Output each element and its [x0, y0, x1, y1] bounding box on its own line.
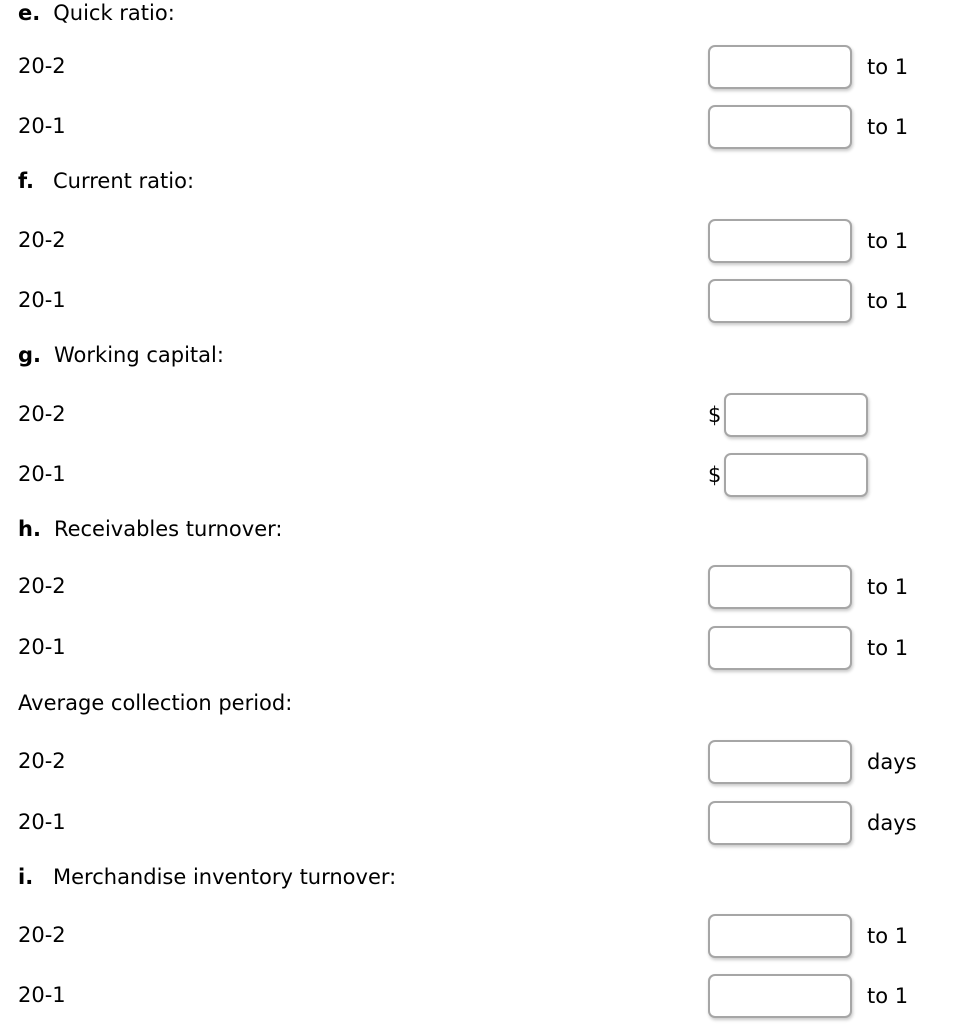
year-label: 20-1	[18, 983, 66, 1007]
answer-input[interactable]	[708, 974, 852, 1018]
answer-row: 20-2 to 1	[0, 44, 954, 90]
unit-label: to 1	[867, 984, 909, 1008]
year-label: 20-2	[18, 228, 66, 252]
unit-label: to 1	[867, 55, 909, 79]
year-label: 20-1	[18, 810, 66, 834]
answer-field-group: to 1	[708, 564, 908, 610]
answer-field-group: $	[708, 452, 869, 498]
answer-input[interactable]	[708, 105, 852, 149]
unit-label: days	[867, 750, 917, 774]
section-title: Merchandise inventory turnover:	[53, 865, 397, 889]
answer-row: 20-2 $	[0, 392, 954, 438]
answer-input[interactable]	[724, 453, 869, 497]
answer-input[interactable]	[708, 219, 852, 263]
answer-row: 20-1 days	[0, 800, 954, 846]
answer-row: 20-2 days	[0, 739, 954, 785]
unit-label: to 1	[867, 229, 909, 253]
section-title: Current ratio:	[53, 169, 195, 193]
answer-field-group: to 1	[708, 278, 908, 324]
dollar-sign: $	[708, 403, 722, 427]
answer-field-group: to 1	[708, 104, 908, 150]
answer-input[interactable]	[708, 45, 852, 89]
section-header: g. Working capital:	[18, 342, 224, 368]
dollar-sign: $	[708, 463, 722, 487]
section-header: h. Receivables turnover:	[18, 516, 282, 542]
section-letter: h.	[18, 517, 41, 541]
unit-label: to 1	[867, 289, 909, 313]
answer-input[interactable]	[724, 393, 869, 437]
year-label: 20-2	[18, 749, 66, 773]
section-title: Quick ratio:	[53, 1, 175, 25]
answer-input[interactable]	[708, 279, 852, 323]
answer-field-group: to 1	[708, 913, 908, 959]
year-label: 20-1	[18, 288, 66, 312]
unit-label: to 1	[867, 636, 909, 660]
answer-field-group: $	[708, 392, 869, 438]
section-header: e. Quick ratio:	[18, 0, 175, 26]
answer-row: 20-2 to 1	[0, 913, 954, 959]
answer-input[interactable]	[708, 801, 852, 845]
year-label: 20-2	[18, 923, 66, 947]
year-label: 20-1	[18, 635, 66, 659]
answer-field-group: to 1	[708, 973, 908, 1019]
unit-label: to 1	[867, 115, 909, 139]
answer-row: 20-1 to 1	[0, 278, 954, 324]
section-title: Working capital:	[54, 343, 224, 367]
answer-row: 20-1 to 1	[0, 625, 954, 671]
answer-field-group: to 1	[708, 44, 908, 90]
year-label: 20-1	[18, 114, 66, 138]
section-letter: e.	[18, 1, 41, 25]
answer-row: 20-1 $	[0, 452, 954, 498]
year-label: 20-2	[18, 574, 66, 598]
answer-input[interactable]	[708, 914, 852, 958]
unit-label: to 1	[867, 924, 909, 948]
worksheet: e. Quick ratio: 20-2 to 1 20-1 to 1 f. Current …	[0, 0, 954, 1032]
section-header: i. Merchandise inventory turnover:	[18, 864, 396, 890]
answer-row: 20-1 to 1	[0, 973, 954, 1019]
section-title: Receivables turnover:	[53, 517, 283, 541]
year-label: 20-1	[18, 462, 66, 486]
year-label: 20-2	[18, 54, 66, 78]
answer-field-group: days	[708, 800, 917, 846]
year-label: 20-2	[18, 402, 66, 426]
section-header: f. Current ratio:	[18, 168, 194, 194]
answer-input[interactable]	[708, 740, 852, 784]
answer-input[interactable]	[708, 565, 852, 609]
unit-label: days	[867, 811, 917, 835]
answer-field-group: days	[708, 739, 917, 785]
answer-input[interactable]	[708, 626, 852, 670]
answer-row: 20-2 to 1	[0, 564, 954, 610]
answer-row: 20-2 to 1	[0, 218, 954, 264]
section-letter: f.	[18, 169, 34, 193]
answer-field-group: to 1	[708, 625, 908, 671]
answer-row: 20-1 to 1	[0, 104, 954, 150]
section-letter: g.	[18, 343, 42, 367]
answer-field-group: to 1	[708, 218, 908, 264]
section-title: Average collection period:	[18, 691, 293, 715]
section-letter: i.	[18, 865, 34, 889]
unit-label: to 1	[867, 575, 909, 599]
section-header: Average collection period:	[18, 690, 292, 716]
